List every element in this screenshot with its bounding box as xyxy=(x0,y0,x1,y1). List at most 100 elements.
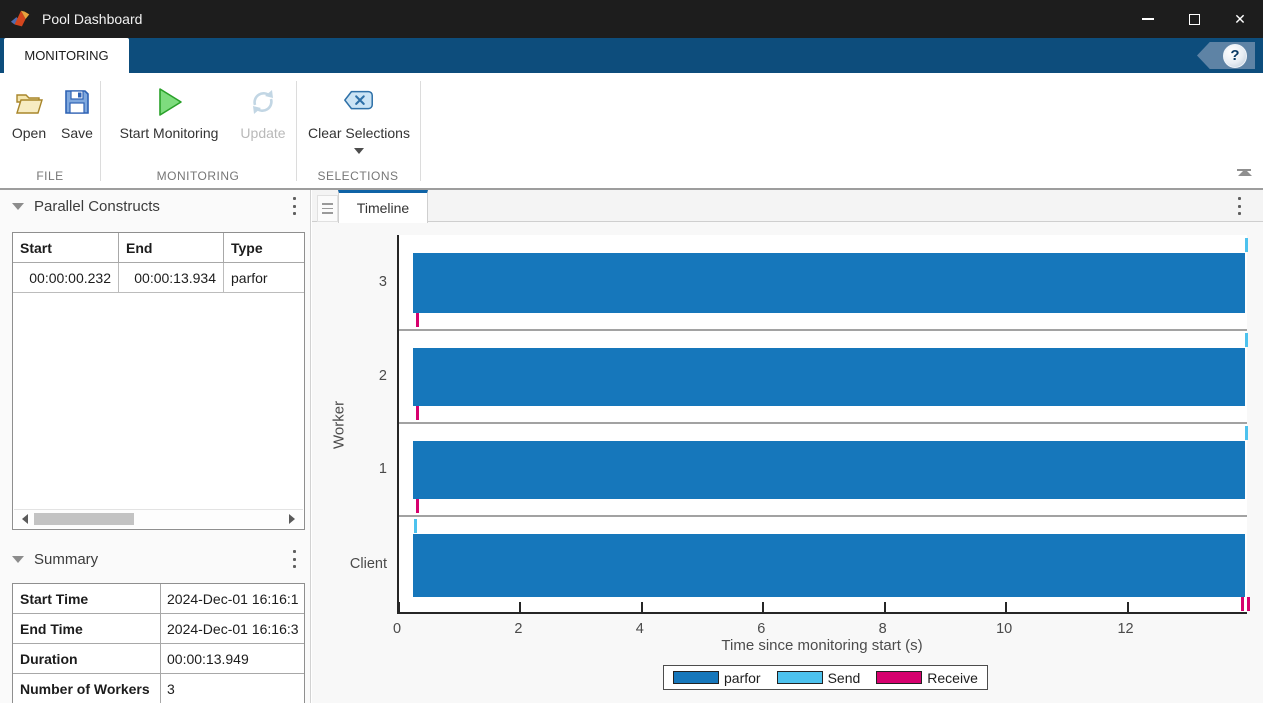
cell-type[interactable]: parfor xyxy=(224,263,304,293)
parfor-bar[interactable] xyxy=(413,441,1245,499)
minimize-icon xyxy=(1142,18,1154,20)
parfor-bar[interactable] xyxy=(413,534,1245,597)
close-icon: ✕ xyxy=(1234,12,1246,26)
summary-row: Duration 00:00:13.949 xyxy=(13,644,304,674)
play-icon xyxy=(152,85,186,119)
y-tick-label: Client xyxy=(350,556,387,572)
receive-tick[interactable] xyxy=(1241,597,1244,611)
tab-monitoring[interactable]: MONITORING xyxy=(4,38,129,73)
plot-area[interactable] xyxy=(397,235,1247,614)
summary-value: 00:00:13.949 xyxy=(161,644,304,673)
table-row[interactable]: 00:00:00.232 00:00:13.934 parfor xyxy=(13,263,304,293)
summary-label: End Time xyxy=(13,614,161,643)
lane-separator xyxy=(399,515,1247,517)
section-label-monitoring: MONITORING xyxy=(100,169,296,183)
column-header-type[interactable]: Type xyxy=(224,233,304,263)
column-header-start[interactable]: Start xyxy=(13,233,119,263)
toolbar-divider xyxy=(100,81,101,181)
x-tick xyxy=(519,602,521,612)
open-button[interactable]: Open xyxy=(6,85,52,141)
clear-selections-icon xyxy=(342,85,376,119)
panel-menu-icon[interactable] xyxy=(290,550,298,568)
start-monitoring-button[interactable]: Start Monitoring xyxy=(106,85,232,141)
x-tick-label: 8 xyxy=(879,621,887,637)
x-tick xyxy=(1005,602,1007,612)
lane-separator xyxy=(399,329,1247,331)
legend-label: Send xyxy=(828,670,861,686)
parfor-bar[interactable] xyxy=(413,253,1245,313)
table-header-row: Start End Type xyxy=(13,233,304,263)
receive-tick[interactable] xyxy=(416,313,419,327)
y-axis-tick-labels: 3 2 1 Client xyxy=(312,235,391,614)
section-label-selections: SELECTIONS xyxy=(296,169,420,183)
cell-end[interactable]: 00:00:13.934 xyxy=(119,263,224,293)
ribbon-toolbar: Open Save Start Monitoring xyxy=(0,73,1263,190)
x-tick xyxy=(884,602,886,612)
y-tick-label: 1 xyxy=(379,461,387,477)
open-label: Open xyxy=(6,125,52,141)
maximize-button[interactable] xyxy=(1171,0,1217,38)
horizontal-scrollbar[interactable] xyxy=(14,509,303,528)
collapse-caret-icon[interactable] xyxy=(12,203,24,210)
receive-tick[interactable] xyxy=(416,406,419,420)
column-header-end[interactable]: End xyxy=(119,233,224,263)
legend-swatch xyxy=(673,671,719,684)
refresh-icon xyxy=(246,85,280,119)
summary-label: Start Time xyxy=(13,584,161,613)
toolbar-divider xyxy=(420,81,421,181)
save-icon xyxy=(60,85,94,119)
summary-label: Duration xyxy=(13,644,161,673)
start-monitoring-label: Start Monitoring xyxy=(106,125,232,141)
y-tick-label: 2 xyxy=(379,368,387,384)
help-button[interactable]: ? xyxy=(1223,44,1247,68)
chevron-down-icon[interactable] xyxy=(354,148,364,154)
close-button[interactable]: ✕ xyxy=(1217,0,1263,38)
maximize-icon xyxy=(1189,14,1200,25)
parallel-constructs-table: Start End Type 00:00:00.232 00:00:13.934… xyxy=(12,232,305,530)
y-tick-label: 3 xyxy=(379,274,387,290)
minimize-button[interactable] xyxy=(1125,0,1171,38)
send-tick[interactable] xyxy=(1245,238,1248,252)
receive-tick[interactable] xyxy=(416,499,419,513)
legend-label: Receive xyxy=(927,670,978,686)
save-button[interactable]: Save xyxy=(54,85,100,141)
x-tick-label: 0 xyxy=(393,621,401,637)
panel-menu-icon[interactable] xyxy=(1235,197,1243,215)
summary-title: Summary xyxy=(34,551,98,568)
legend-swatch xyxy=(777,671,823,684)
scrollbar-thumb[interactable] xyxy=(34,513,134,525)
left-panel: Parallel Constructs Start End Type 00:00… xyxy=(0,190,311,703)
section-label-file: FILE xyxy=(0,169,100,183)
parallel-constructs-header: Parallel Constructs xyxy=(0,190,310,222)
parfor-bar[interactable] xyxy=(413,348,1245,406)
scroll-left-icon[interactable] xyxy=(19,513,31,525)
collapse-ribbon-button[interactable] xyxy=(1237,169,1253,181)
tab-timeline[interactable]: Timeline xyxy=(338,190,428,223)
receive-tick[interactable] xyxy=(1247,597,1250,611)
lane-separator xyxy=(399,422,1247,424)
summary-row: Start Time 2024-Dec-01 16:16:1 xyxy=(13,584,304,614)
summary-table: Start Time 2024-Dec-01 16:16:1 End Time … xyxy=(12,583,305,703)
summary-value: 3 xyxy=(161,674,304,703)
x-tick xyxy=(1127,602,1129,612)
x-tick xyxy=(641,602,643,612)
summary-header: Summary xyxy=(0,543,310,575)
chart-legend: parforSendReceive xyxy=(663,665,988,690)
toolbar-divider xyxy=(296,81,297,181)
send-tick[interactable] xyxy=(1245,333,1248,347)
scroll-right-icon[interactable] xyxy=(286,513,298,525)
summary-label: Number of Workers xyxy=(13,674,161,703)
send-tick[interactable] xyxy=(1245,426,1248,440)
cell-start[interactable]: 00:00:00.232 xyxy=(13,263,119,293)
clear-selections-button[interactable]: Clear Selections xyxy=(302,85,416,154)
legend-item: Receive xyxy=(876,670,978,686)
summary-row: Number of Workers 3 xyxy=(13,674,304,703)
window-title: Pool Dashboard xyxy=(42,11,142,27)
ribbon-tab-strip: MONITORING ? xyxy=(0,38,1263,73)
collapse-caret-icon[interactable] xyxy=(12,556,24,563)
x-tick xyxy=(398,602,400,612)
timeline-tab-bar: Timeline xyxy=(312,190,1263,222)
send-tick[interactable] xyxy=(414,519,417,533)
panel-menu-icon[interactable] xyxy=(290,197,298,215)
drag-handle-icon[interactable] xyxy=(317,195,338,222)
